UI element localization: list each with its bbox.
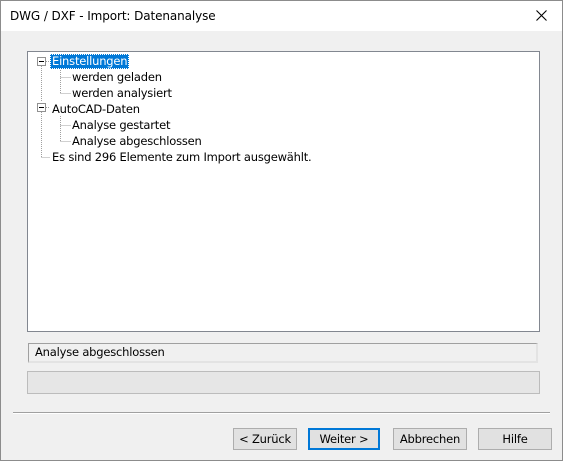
window-title: DWG / DXF - Import: Datenanalyse <box>10 9 216 23</box>
close-icon <box>536 10 547 21</box>
import-dialog: DWG / DXF - Import: Datenanalyse Einstel… <box>0 0 563 461</box>
cancel-button[interactable]: Abbrechen <box>393 428 467 450</box>
tree-node-einstellungen[interactable]: Einstellungen <box>50 54 130 69</box>
collapse-icon[interactable] <box>37 57 46 66</box>
button-separator <box>13 412 550 414</box>
status-text: Analyse abgeschlossen <box>35 345 165 359</box>
collapse-icon[interactable] <box>37 103 46 112</box>
back-button[interactable]: < Zurück <box>233 428 297 450</box>
tree-node-werden-analysiert[interactable]: werden analysiert <box>72 86 172 101</box>
help-button[interactable]: Hilfe <box>478 428 552 450</box>
title-bar: DWG / DXF - Import: Datenanalyse <box>1 1 562 31</box>
close-button[interactable] <box>522 1 562 31</box>
tree-node-autocad-daten[interactable]: AutoCAD-Daten <box>52 102 140 117</box>
next-button[interactable]: Weiter > <box>308 428 380 450</box>
status-field: Analyse abgeschlossen <box>28 343 538 363</box>
tree-node-analyse-abgeschlossen[interactable]: Analyse abgeschlossen <box>72 134 202 149</box>
tree-node-werden-geladen[interactable]: werden geladen <box>72 70 162 85</box>
progress-bar <box>27 371 540 394</box>
analysis-tree[interactable]: Einstellungen werden geladen werden anal… <box>27 51 540 332</box>
tree-node-element-count[interactable]: Es sind 296 Elemente zum Import ausgewäh… <box>52 150 312 165</box>
tree-node-analyse-gestartet[interactable]: Analyse gestartet <box>72 118 170 133</box>
